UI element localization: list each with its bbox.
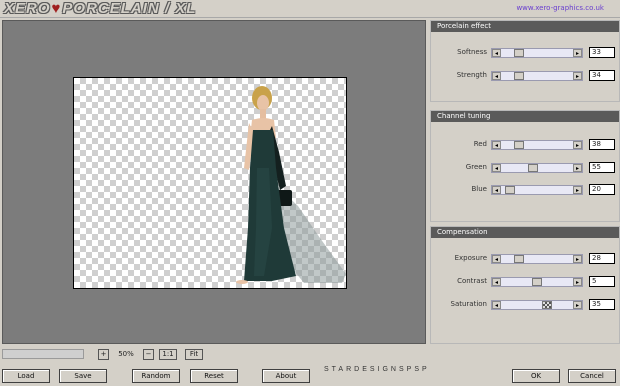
red-value[interactable]: 38 [589,139,615,150]
slider-thumb[interactable] [514,49,524,57]
contrast-control: Contrast ◂ ▸ 5 [431,276,620,288]
blue-control: Blue ◂ ▸ 20 [431,184,620,196]
woman-in-gown-image [236,86,346,284]
arrow-left-icon[interactable]: ◂ [492,49,501,57]
zoom-out-button[interactable]: − [143,349,154,360]
exposure-slider[interactable]: ◂ ▸ [491,254,583,264]
softness-value[interactable]: 33 [589,47,615,58]
logo-part-2: PORCELAIN / XL [62,0,197,17]
arrow-left-icon[interactable]: ◂ [492,72,501,80]
arrow-right-icon[interactable]: ▸ [573,72,582,80]
contrast-label: Contrast [457,277,487,285]
slider-thumb[interactable] [514,141,524,149]
softness-label: Softness [457,48,487,56]
softness-slider[interactable]: ◂ ▸ [491,48,583,58]
zoom-in-button[interactable]: + [98,349,109,360]
channel-tuning-section: Channel tuning Red ◂ ▸ 38 Green ◂ ▸ 55 B… [430,110,620,222]
compensation-section: Compensation Exposure ◂ ▸ 28 Contrast ◂ … [430,226,620,344]
about-button[interactable]: About [262,369,310,383]
blue-value[interactable]: 20 [589,184,615,195]
saturation-value[interactable]: 35 [589,299,615,310]
arrow-left-icon[interactable]: ◂ [492,278,501,286]
zoom-fit-button[interactable]: Fit [185,349,203,360]
arrow-right-icon[interactable]: ▸ [573,301,582,309]
cancel-button[interactable]: Cancel [568,369,616,383]
strength-control: Strength ◂ ▸ 34 [431,70,620,82]
logo-part-1: XERO [4,0,51,17]
heart-icon: ♥ [51,0,62,17]
section-title: Compensation [431,227,619,238]
app-logo: XERO♥PORCELAIN / XL [4,1,196,17]
slider-thumb[interactable] [514,72,524,80]
saturation-control: Saturation ◂ ▸ 35 [431,299,620,311]
arrow-right-icon[interactable]: ▸ [573,141,582,149]
strength-value[interactable]: 34 [589,70,615,81]
preview-area [2,20,426,344]
exposure-control: Exposure ◂ ▸ 28 [431,253,620,265]
website-link[interactable]: www.xero-graphics.co.uk [516,4,604,12]
brand-text: STARDESIGNSPSP [324,366,430,373]
strength-label: Strength [456,71,487,79]
load-button[interactable]: Load [2,369,50,383]
contrast-value[interactable]: 5 [589,276,615,287]
green-value[interactable]: 55 [589,162,615,173]
green-slider[interactable]: ◂ ▸ [491,163,583,173]
arrow-right-icon[interactable]: ▸ [573,278,582,286]
arrow-left-icon[interactable]: ◂ [492,164,501,172]
softness-control: Softness ◂ ▸ 33 [431,47,620,59]
progress-bar [2,349,84,359]
red-slider[interactable]: ◂ ▸ [491,140,583,150]
exposure-label: Exposure [454,254,487,262]
section-title: Channel tuning [431,111,619,122]
blue-label: Blue [471,185,488,193]
arrow-right-icon[interactable]: ▸ [573,186,582,194]
green-label: Green [465,163,487,171]
reset-button[interactable]: Reset [190,369,238,383]
slider-thumb[interactable] [514,255,524,263]
ok-button[interactable]: OK [512,369,560,383]
slider-thumb[interactable] [532,278,542,286]
save-button[interactable]: Save [59,369,107,383]
arrow-right-icon[interactable]: ▸ [573,49,582,57]
red-control: Red ◂ ▸ 38 [431,139,620,151]
preview-canvas[interactable] [73,77,347,289]
section-title: Porcelain effect [431,21,619,32]
red-label: Red [473,140,487,148]
porcelain-effect-section: Porcelain effect Softness ◂ ▸ 33 Strengt… [430,20,620,102]
blue-slider[interactable]: ◂ ▸ [491,185,583,195]
contrast-slider[interactable]: ◂ ▸ [491,277,583,287]
green-control: Green ◂ ▸ 55 [431,162,620,174]
zoom-1-1-button[interactable]: 1:1 [159,349,177,360]
slider-thumb[interactable] [505,186,515,194]
arrow-right-icon[interactable]: ▸ [573,164,582,172]
strength-slider[interactable]: ◂ ▸ [491,71,583,81]
arrow-left-icon[interactable]: ◂ [492,255,501,263]
random-button[interactable]: Random [132,369,180,383]
saturation-label: Saturation [450,300,488,308]
title-bar: XERO♥PORCELAIN / XL www.xero-graphics.co… [0,0,620,18]
slider-thumb[interactable] [542,301,552,309]
slider-thumb[interactable] [528,164,538,172]
arrow-left-icon[interactable]: ◂ [492,301,501,309]
arrow-left-icon[interactable]: ◂ [492,186,501,194]
arrow-right-icon[interactable]: ▸ [573,255,582,263]
arrow-left-icon[interactable]: ◂ [492,141,501,149]
exposure-value[interactable]: 28 [589,253,615,264]
saturation-slider[interactable]: ◂ ▸ [491,300,583,310]
zoom-level: 50% [118,350,134,358]
